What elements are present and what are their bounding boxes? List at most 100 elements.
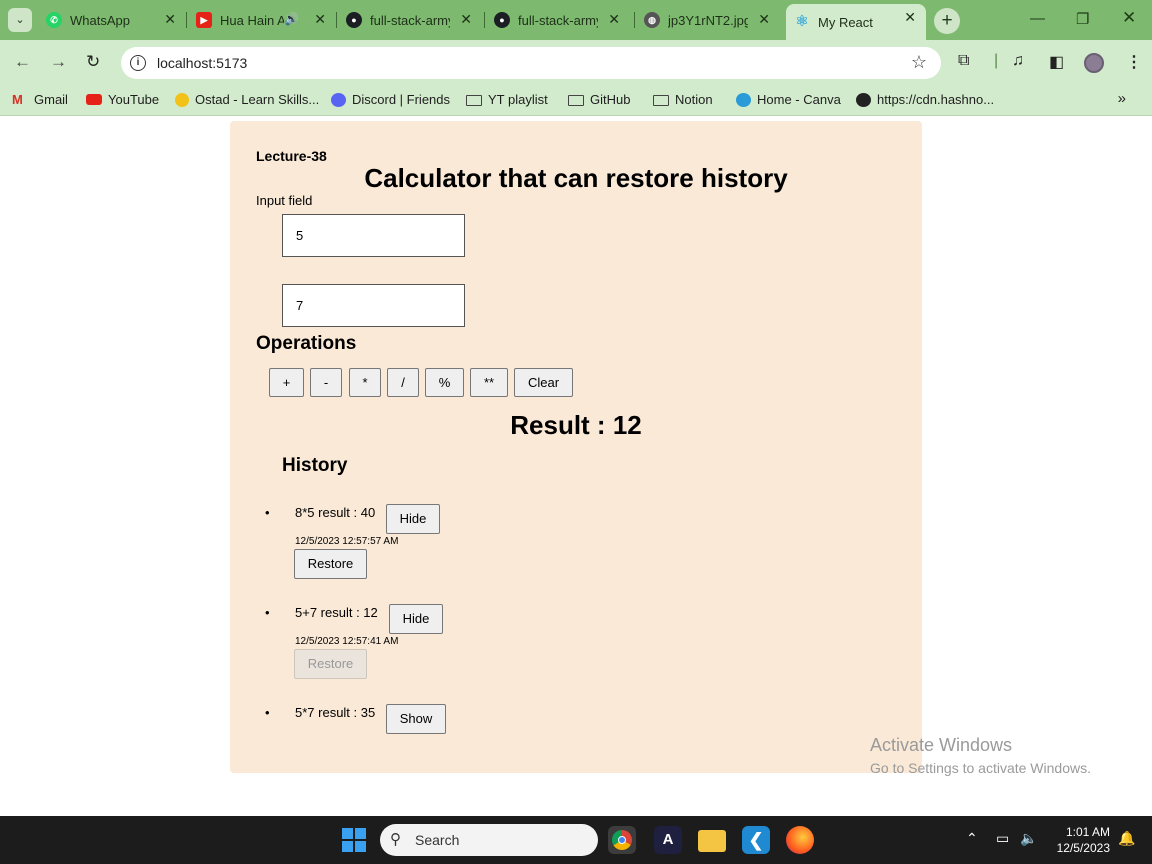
close-icon[interactable]: ✕ bbox=[758, 11, 770, 28]
media-control-icon[interactable]: ♫ bbox=[1012, 52, 1024, 70]
vscode-icon[interactable]: ❮ bbox=[742, 826, 770, 854]
history-heading: History bbox=[282, 455, 348, 476]
activate-windows-watermark: Activate Windows Go to Settings to activ… bbox=[870, 735, 1091, 776]
site-info-icon[interactable]: i bbox=[130, 55, 146, 71]
bookmark-discord[interactable]: Discord | Friends bbox=[331, 92, 450, 107]
bookmark-star-icon[interactable]: ☆ bbox=[911, 52, 927, 73]
history-item-text: 8*5 result : 40 bbox=[295, 505, 376, 520]
multiply-button[interactable]: * bbox=[349, 368, 381, 397]
tab-youtube[interactable]: ▶ Hua Hain Aaj 🔊 ✕ bbox=[196, 6, 336, 34]
close-icon[interactable]: ✕ bbox=[314, 11, 326, 28]
close-icon[interactable]: ✕ bbox=[608, 11, 620, 28]
search-label: Search bbox=[415, 832, 460, 848]
bookmark-youtube[interactable]: YouTube bbox=[86, 92, 159, 107]
clock-time: 1:01 AM bbox=[1065, 825, 1110, 839]
bookmark-canva[interactable]: Home - Canva bbox=[736, 92, 841, 107]
close-icon[interactable]: ✕ bbox=[460, 11, 472, 28]
bookmark-folder-yt-playlist[interactable]: YT playlist bbox=[466, 92, 548, 107]
bookmark-label: GitHub bbox=[590, 92, 631, 107]
github-icon: ● bbox=[346, 12, 362, 28]
clear-button[interactable]: Clear bbox=[514, 368, 573, 397]
close-window-icon[interactable]: ✕ bbox=[1122, 8, 1136, 28]
watermark-title: Activate Windows bbox=[870, 735, 1013, 755]
number-input-b[interactable] bbox=[282, 284, 465, 327]
affinity-icon[interactable]: A bbox=[654, 826, 682, 854]
number-input-a[interactable] bbox=[282, 214, 465, 257]
discord-icon bbox=[331, 92, 346, 107]
tab-image[interactable]: ◍ jp3Y1rNT2.jpg ✕ bbox=[644, 6, 780, 34]
bookmark-ostad[interactable]: Ostad - Learn Skills... bbox=[175, 92, 319, 107]
show-button[interactable]: Show bbox=[386, 704, 446, 734]
tab-my-react[interactable]: ⚛ My React ✕ bbox=[786, 4, 926, 40]
hide-button[interactable]: Hide bbox=[389, 604, 443, 634]
list-bullet: • bbox=[265, 505, 270, 520]
tab-divider bbox=[186, 12, 187, 28]
bookmark-folder-github[interactable]: GitHub bbox=[568, 92, 630, 107]
new-tab-button[interactable]: + bbox=[934, 8, 960, 34]
toolbar-divider: | bbox=[994, 52, 999, 69]
hide-button[interactable]: Hide bbox=[386, 504, 440, 534]
bookmark-gmail[interactable]: M Gmail bbox=[12, 92, 68, 107]
subtract-button[interactable]: - bbox=[310, 368, 342, 397]
globe-icon: ◍ bbox=[644, 12, 660, 28]
tab-search-button[interactable]: ⌄ bbox=[8, 8, 32, 32]
side-panel-icon[interactable]: ◧ bbox=[1049, 52, 1064, 72]
close-icon[interactable]: ✕ bbox=[164, 11, 176, 28]
whatsapp-icon: ✆ bbox=[46, 12, 62, 28]
taskbar-search[interactable]: ⚲ Search bbox=[380, 824, 598, 856]
power-button[interactable]: ** bbox=[470, 368, 508, 397]
chevron-right-icon[interactable]: » bbox=[1118, 90, 1126, 107]
reload-icon[interactable]: ↻ bbox=[86, 52, 100, 72]
speaker-icon[interactable]: 🔊 bbox=[284, 12, 299, 26]
network-icon[interactable]: ▭ bbox=[996, 830, 1009, 847]
chrome-icon[interactable] bbox=[608, 826, 636, 854]
list-bullet: • bbox=[265, 605, 270, 620]
page-title: Calculator that can restore history bbox=[364, 163, 788, 193]
extensions-icon[interactable]: ⧉ bbox=[958, 52, 969, 70]
tab-github-1[interactable]: ● full-stack-army ✕ bbox=[346, 6, 482, 34]
add-button[interactable]: + bbox=[269, 368, 304, 397]
divide-button[interactable]: / bbox=[387, 368, 419, 397]
profile-avatar[interactable] bbox=[1084, 53, 1104, 73]
tab-divider bbox=[634, 12, 635, 28]
chevron-up-icon[interactable]: ⌃ bbox=[966, 830, 978, 847]
restore-window-icon[interactable]: ❐ bbox=[1076, 10, 1089, 28]
url-text[interactable]: localhost:5173 bbox=[157, 55, 247, 71]
modulo-button[interactable]: % bbox=[425, 368, 464, 397]
ostad-icon bbox=[175, 92, 189, 107]
history-item-text: 5*7 result : 35 bbox=[295, 705, 376, 720]
canva-icon bbox=[736, 92, 751, 107]
firefox-icon[interactable] bbox=[786, 826, 814, 854]
bookmark-folder-notion[interactable]: Notion bbox=[653, 92, 713, 107]
bookmark-hashnode[interactable]: https://cdn.hashno... bbox=[856, 92, 994, 107]
bookmark-label: Discord | Friends bbox=[352, 92, 451, 107]
close-icon[interactable]: ✕ bbox=[904, 9, 916, 26]
restore-button[interactable]: Restore bbox=[294, 549, 367, 579]
tab-divider bbox=[336, 12, 337, 28]
back-icon[interactable]: ← bbox=[14, 52, 31, 72]
bookmark-label: Notion bbox=[675, 92, 713, 107]
tab-github-2[interactable]: ● full-stack-army ✕ bbox=[494, 6, 630, 34]
file-explorer-icon[interactable] bbox=[698, 830, 726, 852]
address-bar[interactable]: i localhost:5173 ☆ bbox=[121, 47, 941, 79]
windows-start-icon[interactable] bbox=[342, 828, 366, 852]
clock-date: 12/5/2023 bbox=[1056, 841, 1110, 855]
tab-title: jp3Y1rNT2.jpg bbox=[668, 12, 748, 28]
bookmark-label: Gmail bbox=[34, 92, 68, 107]
system-clock[interactable]: 1:01 AM 12/5/2023 bbox=[1046, 824, 1110, 856]
menu-icon[interactable]: ⋮ bbox=[1126, 52, 1142, 72]
restore-button-disabled: Restore bbox=[294, 649, 367, 679]
tab-title: full-stack-army bbox=[518, 12, 598, 28]
folder-icon bbox=[466, 95, 482, 106]
tab-whatsapp[interactable]: ✆ WhatsApp ✕ bbox=[46, 6, 186, 34]
input-label: Input field bbox=[256, 193, 313, 208]
history-item-date: 12/5/2023 12:57:41 AM bbox=[295, 636, 399, 647]
tab-divider bbox=[484, 12, 485, 28]
tab-title: full-stack-army bbox=[370, 12, 450, 28]
globe-icon bbox=[856, 92, 871, 107]
forward-icon[interactable]: → bbox=[50, 52, 67, 72]
notification-bell-icon[interactable]: 🔔 bbox=[1118, 830, 1135, 847]
minimize-icon[interactable]: — bbox=[1030, 10, 1045, 27]
history-item-text: 5+7 result : 12 bbox=[295, 605, 378, 620]
volume-icon[interactable]: 🔈 bbox=[1020, 830, 1037, 847]
